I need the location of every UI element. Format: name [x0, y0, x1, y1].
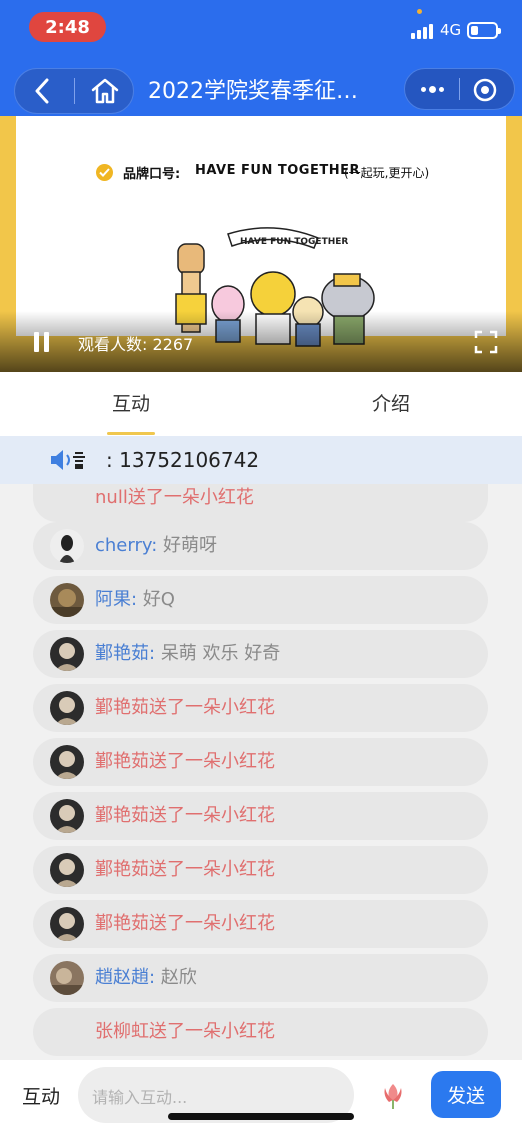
list-item: null送了一朵小红花 — [33, 484, 488, 522]
speaker-icon — [51, 450, 85, 470]
user-name[interactable]: 趙赵趙 — [95, 967, 149, 988]
battery-icon — [467, 22, 501, 39]
announcement-text: : 13752106742 — [106, 448, 260, 472]
chat-message-text: cherry: 好萌呀 — [95, 535, 218, 556]
avatar[interactable] — [50, 745, 84, 779]
list-item: 鄞艳茹: 呆萌 欢乐 好奇 — [33, 630, 488, 678]
pause-button[interactable] — [34, 332, 54, 354]
tab-intro[interactable]: 介绍 — [316, 372, 466, 436]
avatar[interactable] — [50, 691, 84, 725]
signal-icon — [411, 23, 433, 39]
slogan-label: 品牌口号: — [123, 167, 181, 182]
avatar[interactable] — [50, 529, 84, 563]
send-button[interactable]: 发送 — [431, 1071, 501, 1118]
user-name[interactable]: cherry — [95, 535, 151, 556]
video-slide: 品牌口号: HAVE FUN TOGETHER (一起玩,更开心) HAVE F… — [16, 116, 506, 347]
slogan-text: HAVE FUN TOGETHER — [195, 163, 360, 178]
gift-message-text: null送了一朵小红花 — [95, 487, 254, 508]
chat-message-text: 趙赵趙: 赵欣 — [95, 967, 197, 988]
check-icon — [96, 164, 113, 181]
list-item: 鄞艳茹送了一朵小红花 — [33, 846, 488, 894]
capsule-divider — [459, 78, 460, 100]
avatar[interactable] — [50, 961, 84, 995]
home-button[interactable] — [86, 73, 124, 109]
input-bar-label: 互动 — [22, 1086, 61, 1108]
message-content: 好Q — [142, 589, 175, 610]
chat-message-text: 阿果: 好Q — [95, 589, 175, 610]
list-item: 鄞艳茹送了一朵小红花 — [33, 684, 488, 732]
message-content: 赵欣 — [160, 967, 197, 988]
tab-bar: 互动 介绍 — [0, 372, 522, 436]
chat-message-text: 鄞艳茹: 呆萌 欢乐 好奇 — [95, 643, 281, 664]
comment-input-placeholder[interactable]: 请输入互动... — [92, 1084, 187, 1108]
home-icon — [91, 78, 119, 104]
user-name[interactable]: 鄞艳茹 — [95, 643, 149, 664]
list-item: 张柳虹送了一朵小红花 — [33, 1008, 488, 1056]
active-tab-indicator — [107, 432, 155, 435]
gift-message-text: 鄞艳茹送了一朵小红花 — [95, 913, 275, 934]
chevron-left-icon — [35, 78, 49, 104]
message-content: 好萌呀 — [163, 535, 218, 556]
message-content: 呆萌 欢乐 好奇 — [160, 643, 281, 664]
avatar[interactable] — [50, 583, 84, 617]
target-icon — [473, 78, 497, 102]
tab-interaction[interactable]: 互动 — [56, 372, 206, 436]
gift-message-text: 鄞艳茹送了一朵小红花 — [95, 697, 275, 718]
list-item: cherry: 好萌呀 — [33, 522, 488, 570]
avatar[interactable] — [50, 907, 84, 941]
svg-text:HAVE FUN TOGETHER: HAVE FUN TOGETHER — [240, 237, 348, 247]
back-button[interactable] — [24, 73, 60, 109]
gift-message-text: 鄞艳茹送了一朵小红花 — [95, 859, 275, 880]
fullscreen-icon[interactable] — [474, 330, 498, 354]
viewer-count: 观看人数: 2267 — [78, 335, 194, 354]
live-video-player[interactable]: 品牌口号: HAVE FUN TOGETHER (一起玩,更开心) HAVE F… — [0, 116, 522, 372]
list-item: 鄞艳茹送了一朵小红花 — [33, 900, 488, 948]
gift-message-text: 张柳虹送了一朵小红花 — [95, 1021, 275, 1042]
page-title: 2022学院奖春季征… — [148, 79, 358, 104]
network-type: 4G — [440, 21, 462, 39]
recording-dot — [417, 9, 422, 14]
slogan-subtitle: (一起玩,更开心) — [344, 166, 430, 180]
gift-message-text: 鄞艳茹送了一朵小红花 — [95, 805, 275, 826]
list-item: 鄞艳茹送了一朵小红花 — [33, 738, 488, 786]
list-item: 趙赵趙: 赵欣 — [33, 954, 488, 1002]
home-indicator[interactable] — [168, 1113, 354, 1120]
user-name[interactable]: 阿果 — [95, 589, 131, 610]
status-time: 2:48 — [29, 12, 106, 42]
close-miniprogram-button[interactable] — [470, 75, 500, 105]
avatar[interactable] — [50, 637, 84, 671]
more-button[interactable] — [412, 74, 452, 104]
avatar[interactable] — [50, 853, 84, 887]
avatar[interactable] — [50, 799, 84, 833]
flower-gift-icon[interactable] — [379, 1080, 407, 1110]
chat-list[interactable]: null送了一朵小红花 cherry: 好萌呀 阿果: 好Q 鄞艳茹: 呆萌 欢… — [0, 484, 522, 1060]
nav-divider — [74, 78, 75, 104]
gift-message-text: 鄞艳茹送了一朵小红花 — [95, 751, 275, 772]
list-item: 阿果: 好Q — [33, 576, 488, 624]
list-item: 鄞艳茹送了一朵小红花 — [33, 792, 488, 840]
